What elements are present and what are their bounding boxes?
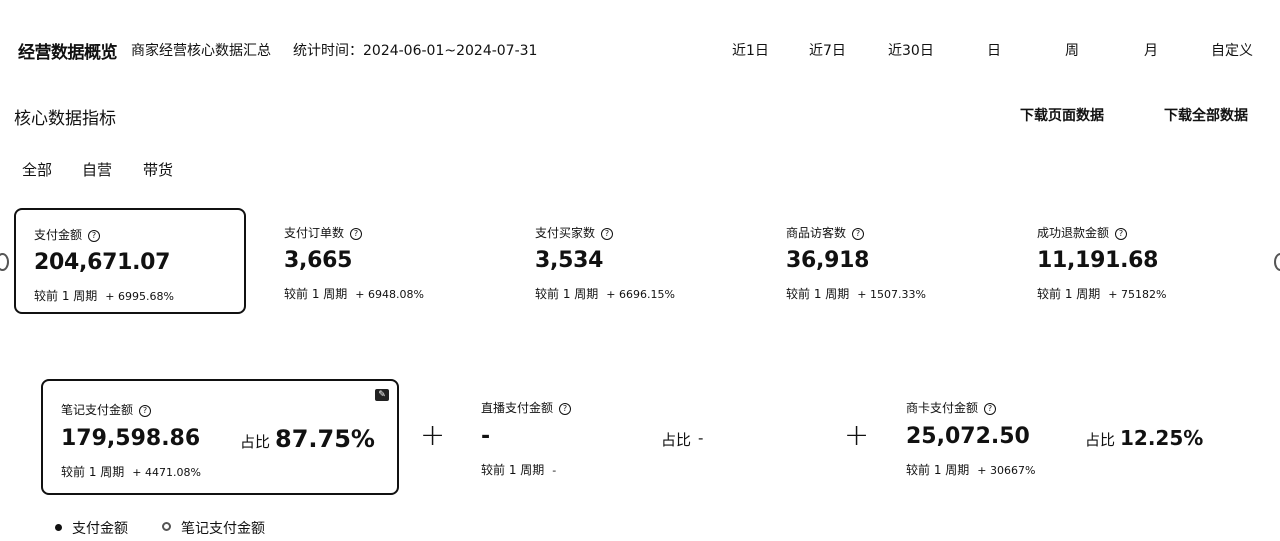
breakdown-compare-label: 较前 1 周期 bbox=[906, 463, 970, 477]
scroll-right-handle[interactable] bbox=[1274, 253, 1280, 271]
breakdown-label: 笔记支付金额 bbox=[61, 403, 134, 417]
metric-compare-label: 较前 1 周期 bbox=[34, 289, 98, 303]
metric-compare-label: 较前 1 周期 bbox=[535, 287, 599, 301]
breakdown-ratio-value: 87.75% bbox=[275, 425, 375, 453]
legend-label: 支付金额 bbox=[72, 521, 128, 537]
legend-item-payment-amount[interactable]: 支付金额 bbox=[55, 518, 128, 538]
metric-label: 支付金额 bbox=[34, 228, 83, 242]
breakdown-ratio-value: 12.25% bbox=[1120, 426, 1204, 450]
metric-value: 3,534 bbox=[535, 248, 604, 273]
breakdown-compare-label: 较前 1 周期 bbox=[481, 463, 545, 477]
breakdown-change: + 4471.08% bbox=[132, 466, 201, 479]
metric-label: 支付订单数 bbox=[284, 226, 345, 240]
filter-tab-all[interactable]: 全部 bbox=[22, 159, 52, 180]
tab-week[interactable]: 周 bbox=[1065, 40, 1079, 60]
tab-custom[interactable]: 自定义 bbox=[1211, 40, 1253, 60]
filter-tab-promotion[interactable]: 带货 bbox=[143, 159, 173, 180]
scroll-left-handle[interactable] bbox=[0, 253, 9, 271]
section-title: 核心数据指标 bbox=[14, 109, 116, 129]
plus-icon: + bbox=[420, 418, 446, 453]
tab-7-days[interactable]: 近7日 bbox=[809, 40, 846, 60]
metric-change: + 6948.08% bbox=[355, 288, 424, 301]
metric-compare-label: 较前 1 周期 bbox=[1037, 287, 1101, 301]
breakdown-ratio-label: 占比 bbox=[240, 433, 271, 451]
metric-change: + 75182% bbox=[1108, 288, 1167, 301]
metric-change: + 1507.33% bbox=[857, 288, 926, 301]
question-circle-icon[interactable]: ? bbox=[852, 228, 865, 240]
page-subtitle: 商家经营核心数据汇总 bbox=[131, 43, 271, 59]
metric-card-refund-amount[interactable]: 成功退款金额? 11,191.68 较前 1 周期 + 75182% bbox=[1019, 208, 1251, 314]
metric-compare-label: 较前 1 周期 bbox=[786, 287, 850, 301]
tab-day[interactable]: 日 bbox=[987, 40, 1001, 60]
question-circle-icon[interactable]: ? bbox=[350, 228, 363, 240]
breakdown-compare-label: 较前 1 周期 bbox=[61, 465, 125, 479]
metric-change: + 6696.15% bbox=[606, 288, 675, 301]
breakdown-card-product-card-payment[interactable]: 商卡支付金额? 25,072.50 占比 12.25% 较前 1 周期 + 306… bbox=[888, 379, 1246, 495]
breakdown-change: - bbox=[552, 464, 557, 477]
question-circle-icon[interactable]: ? bbox=[88, 230, 101, 242]
tab-1-day[interactable]: 近1日 bbox=[732, 40, 769, 60]
metric-label: 成功退款金额 bbox=[1037, 226, 1110, 240]
filter-tab-self-operated[interactable]: 自营 bbox=[82, 159, 112, 180]
edit-icon[interactable]: ✎ bbox=[375, 389, 389, 401]
breakdown-change: + 30667% bbox=[977, 464, 1036, 477]
page-title: 经营数据概览 bbox=[18, 43, 118, 63]
legend-item-note-payment[interactable]: 笔记支付金额 bbox=[162, 518, 265, 538]
breakdown-value: 179,598.86 bbox=[61, 426, 201, 451]
breakdown-ratio-label: 占比 bbox=[661, 431, 692, 449]
question-circle-icon[interactable]: ? bbox=[1115, 228, 1128, 240]
breakdown-value: - bbox=[481, 424, 491, 449]
tab-month[interactable]: 月 bbox=[1144, 40, 1158, 60]
metric-label: 支付买家数 bbox=[535, 226, 596, 240]
legend-label: 笔记支付金额 bbox=[181, 521, 265, 537]
metric-value: 36,918 bbox=[786, 248, 870, 273]
breakdown-value: 25,072.50 bbox=[906, 424, 1030, 449]
breakdown-ratio-label: 占比 bbox=[1085, 431, 1116, 449]
metric-value: 204,671.07 bbox=[34, 250, 171, 275]
question-circle-icon[interactable]: ? bbox=[601, 228, 614, 240]
date-range: 统计时间：2024-06-01~2024-07-31 bbox=[293, 43, 538, 59]
download-all-data-button[interactable]: 下载全部数据 bbox=[1164, 105, 1248, 125]
metric-value: 11,191.68 bbox=[1037, 248, 1159, 273]
metric-compare-label: 较前 1 周期 bbox=[284, 287, 348, 301]
legend-ring-icon bbox=[162, 522, 171, 531]
metric-card-paid-orders[interactable]: 支付订单数? 3,665 较前 1 周期 + 6948.08% bbox=[266, 208, 498, 314]
legend-dot-icon bbox=[55, 524, 62, 531]
question-circle-icon[interactable]: ? bbox=[984, 403, 997, 415]
metric-label: 商品访客数 bbox=[786, 226, 847, 240]
breakdown-card-live-payment[interactable]: 直播支付金额? - 占比 - 较前 1 周期 - bbox=[463, 379, 821, 495]
metric-card-paying-buyers[interactable]: 支付买家数? 3,534 较前 1 周期 + 6696.15% bbox=[517, 208, 749, 314]
metric-value: 3,665 bbox=[284, 248, 353, 273]
metric-card-payment-amount[interactable]: 支付金额? 204,671.07 较前 1 周期 + 6995.68% bbox=[14, 208, 246, 314]
metric-card-product-visitors[interactable]: 商品访客数? 36,918 较前 1 周期 + 1507.33% bbox=[768, 208, 1000, 314]
download-page-data-button[interactable]: 下载页面数据 bbox=[1020, 105, 1104, 125]
question-circle-icon[interactable]: ? bbox=[139, 405, 152, 417]
breakdown-label: 直播支付金额 bbox=[481, 401, 554, 415]
plus-icon: + bbox=[844, 418, 870, 453]
breakdown-card-note-payment[interactable]: ✎ 笔记支付金额? 179,598.86 占比 87.75% 较前 1 周期 + … bbox=[41, 379, 399, 495]
metric-change: + 6995.68% bbox=[105, 290, 174, 303]
breakdown-label: 商卡支付金额 bbox=[906, 401, 979, 415]
question-circle-icon[interactable]: ? bbox=[559, 403, 572, 415]
breakdown-ratio-value: - bbox=[698, 429, 704, 447]
tab-30-days[interactable]: 近30日 bbox=[888, 40, 934, 60]
